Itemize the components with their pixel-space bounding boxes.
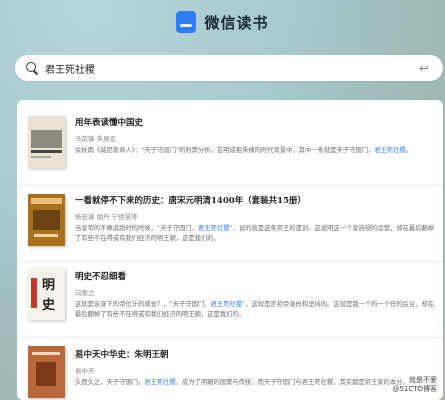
- highlight-keyword: 君王死社稷: [144, 379, 176, 386]
- highlight-keyword: 君王死社稷: [210, 301, 242, 308]
- result-row[interactable]: 明 史 明史不忍细看 向敬之 这就是亲身下的帝位计的感觉？，“天子守国门，君王死…: [17, 262, 443, 338]
- watermark-line2: @51CTO博客: [392, 385, 437, 393]
- book-cover: [28, 116, 65, 168]
- result-row[interactable]: 用年表读懂中国史 马前锋 朱展宏 余秋雨《威尼斯商人》：“天子守国门”的利弊分析…: [17, 100, 443, 186]
- book-author: 马前锋 朱展宏: [75, 135, 117, 143]
- result-row[interactable]: 一看就停不下来的历史：唐宋元明清1400年（套装共15册） 杨宏瑞 胡丹 宁德慧…: [17, 186, 443, 262]
- book-snippet: 久而久之，天子守国门，君王死社稷，成为了明朝的国策与传统，而天子守国门与君王死社…: [75, 379, 409, 386]
- return-arrow-icon[interactable]: ↩: [415, 59, 433, 77]
- book-cover: 明 史: [28, 268, 65, 320]
- watermark-line1: 就是不爱: [409, 376, 437, 384]
- book-cover: [28, 346, 65, 398]
- app-title: 微信读书: [204, 13, 269, 32]
- result-row[interactable]: 易中天中华史：朱明王朝 易中天 久而久之，天子守国门，君王死社稷，成为了明朝的国…: [17, 338, 443, 400]
- highlight-keyword: 君王死社稷: [197, 225, 230, 232]
- book-author: 易中天: [75, 367, 95, 375]
- book-author: 杨宏瑞 胡丹 宁德慧等: [75, 213, 138, 221]
- book-cover: [28, 194, 65, 246]
- book-title[interactable]: 明史不忍细看: [75, 270, 435, 282]
- book-snippet: 这就是亲身下的帝位计的感觉？，“天子守国门，君王死社稷”，这就是崇祯帝身份和坚持…: [75, 301, 435, 318]
- search-bar[interactable]: ↩: [15, 55, 443, 81]
- book-snippet: 当皇帝的不敢逃跑时的时候，“天子守国门，君王死社稷”，说的就是这条帝王的遗训。这…: [75, 225, 435, 242]
- search-icon: [25, 61, 39, 75]
- book-title[interactable]: 一看就停不下来的历史：唐宋元明清1400年（套装共15册）: [75, 194, 435, 206]
- search-results-list: 用年表读懂中国史 马前锋 朱展宏 余秋雨《威尼斯商人》：“天子守国门”的利弊分析…: [17, 100, 443, 400]
- app-header: 微信读书: [0, 10, 445, 34]
- book-author: 向敬之: [75, 289, 95, 297]
- highlight-keyword: 君王死社稷: [374, 147, 406, 154]
- book-title[interactable]: 易中天中华史：朱明王朝: [75, 348, 435, 360]
- search-input[interactable]: [45, 62, 415, 74]
- watermark: 就是不爱 @51CTO博客: [392, 376, 437, 394]
- weread-logo-icon: [176, 11, 197, 33]
- book-snippet: 余秋雨《威尼斯商人》：“天子守国门”的利弊分析，在明成祖朱棣的时代背景中，其中一…: [75, 147, 413, 154]
- book-title[interactable]: 用年表读懂中国史: [75, 116, 435, 128]
